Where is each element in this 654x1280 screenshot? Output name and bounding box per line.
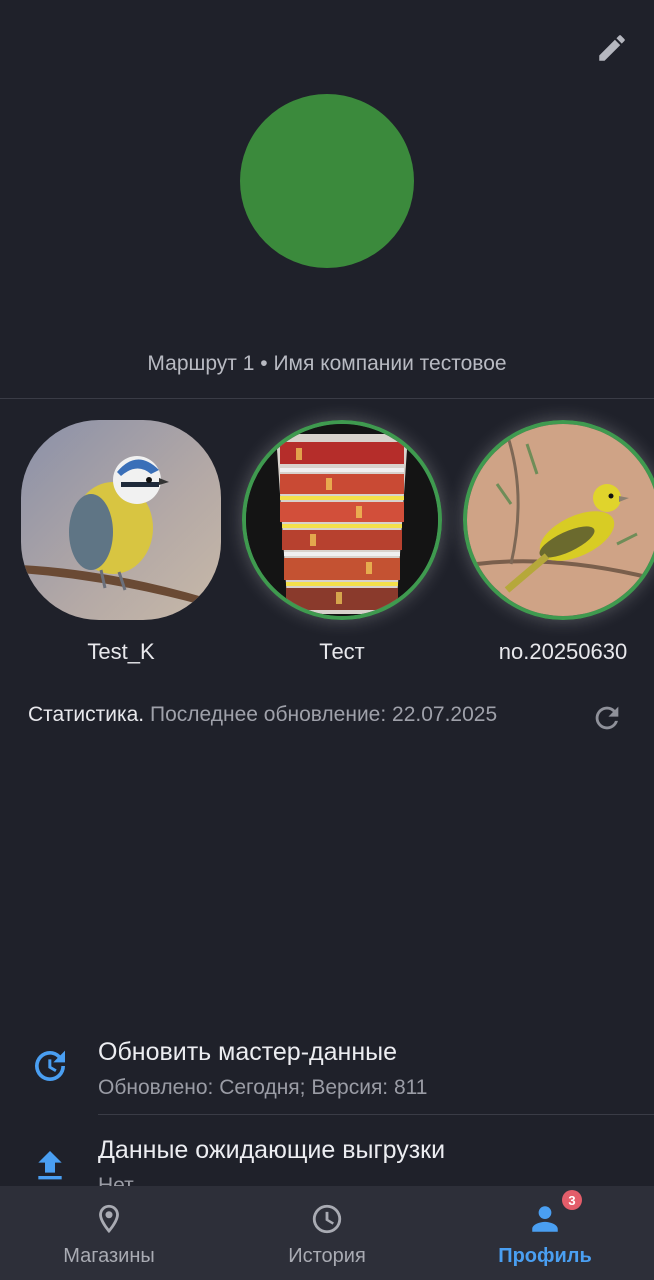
edit-profile-button[interactable] — [592, 28, 632, 68]
profile-card-label: no.20250630 — [498, 639, 628, 664]
statistics-title: Статистика. — [28, 703, 145, 726]
store-shelf-photo — [242, 420, 442, 620]
person-icon — [532, 1206, 558, 1232]
pending-upload-row[interactable]: Данные ожидающие выгрузки Нет — [0, 1130, 654, 1186]
setting-subtitle: Нет — [98, 1174, 134, 1186]
divider — [0, 398, 654, 399]
nav-label: Магазины — [63, 1245, 155, 1267]
profile-card-no20250630[interactable]: no.20250630 — [463, 420, 654, 665]
pencil-icon — [599, 35, 625, 61]
nav-label: История — [288, 1245, 366, 1267]
divider — [98, 1114, 654, 1115]
profile-card-label: Тест — [319, 639, 365, 664]
nav-item-profile[interactable]: Профиль — [436, 1186, 654, 1280]
nav-item-history[interactable]: История — [218, 1186, 436, 1280]
upload-icon — [38, 1151, 62, 1180]
yellow-canary-bird-photo — [463, 420, 654, 620]
nav-label: Профиль — [498, 1245, 592, 1267]
blue-tit-bird-photo — [21, 420, 221, 620]
profile-card-test[interactable]: Тест — [242, 420, 442, 665]
nav-item-stores[interactable]: Магазины — [0, 1186, 218, 1280]
avatar[interactable] — [240, 94, 414, 268]
profile-card-label: Test_K — [87, 639, 155, 664]
setting-subtitle: Обновлено: Сегодня; Версия: 811 — [98, 1076, 428, 1099]
profile-card-test-k[interactable]: Test_K — [21, 420, 221, 665]
setting-title: Данные ожидающие выгрузки — [98, 1136, 446, 1164]
refresh-stats-button[interactable] — [590, 701, 624, 735]
refresh-icon — [595, 706, 619, 730]
profile-subtitle: Маршрут 1 • Имя компании тестовое — [147, 352, 507, 375]
map-pin-icon — [99, 1204, 119, 1234]
bottom-navigation: Магазины История Профиль — [0, 1186, 654, 1280]
clock-icon — [312, 1204, 342, 1234]
history-refresh-icon — [35, 1050, 65, 1081]
statistics-line: Статистика. Последнее обновление: 22.07.… — [28, 703, 497, 727]
update-master-data-row[interactable]: Обновить мастер-данные Обновлено: Сегодн… — [0, 1030, 654, 1114]
notification-badge: 3 — [562, 1190, 582, 1210]
last-update-text: Последнее обновление: 22.07.2025 — [144, 703, 498, 726]
setting-title: Обновить мастер-данные — [98, 1038, 398, 1066]
